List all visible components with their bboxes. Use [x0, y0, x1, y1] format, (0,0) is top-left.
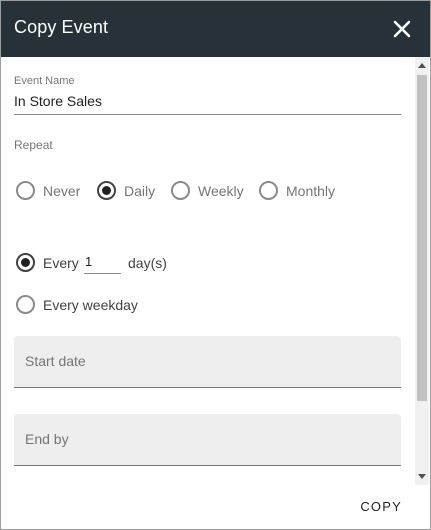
- repeat-weekly-label: Weekly: [198, 183, 244, 199]
- every-n-days-radio[interactable]: [16, 253, 35, 272]
- repeat-daily-label: Daily: [124, 183, 156, 199]
- dialog-header: Copy Event: [1, 1, 430, 57]
- end-by-field[interactable]: End by: [14, 414, 401, 466]
- end-by-placeholder: End by: [25, 431, 69, 447]
- dialog-content: Event Name In Store Sales Repeat Never D…: [1, 57, 415, 485]
- every-weekday-radio[interactable]: [16, 295, 35, 314]
- copy-button[interactable]: COPY: [360, 499, 402, 514]
- repeat-monthly-radio[interactable]: [259, 181, 278, 200]
- content-scrollbar[interactable]: [415, 57, 429, 485]
- event-name-input[interactable]: In Store Sales: [14, 93, 102, 109]
- repeat-monthly-label: Monthly: [286, 183, 336, 199]
- copy-event-dialog: Copy Event Event Name In Store Sales Rep…: [0, 0, 431, 530]
- event-name-underline: [14, 114, 401, 115]
- every-label: Every: [43, 255, 79, 271]
- close-icon[interactable]: [390, 17, 414, 41]
- repeat-weekly-radio[interactable]: [171, 181, 190, 200]
- start-date-field[interactable]: Start date: [14, 336, 401, 388]
- every-days-input[interactable]: 1: [85, 254, 92, 269]
- repeat-daily-radio[interactable]: [97, 181, 116, 200]
- every-days-input-underline: [84, 273, 121, 274]
- every-weekday-label: Every weekday: [43, 297, 138, 313]
- repeat-label: Repeat: [14, 138, 53, 152]
- scroll-thumb[interactable]: [417, 75, 427, 401]
- repeat-never-radio[interactable]: [16, 181, 35, 200]
- event-name-label: Event Name: [14, 75, 75, 87]
- start-date-placeholder: Start date: [25, 353, 86, 369]
- scroll-up-arrow-icon[interactable]: [418, 63, 426, 68]
- scroll-down-arrow-icon[interactable]: [418, 474, 426, 479]
- days-unit-label: day(s): [128, 255, 167, 271]
- dialog-title: Copy Event: [14, 17, 109, 37]
- repeat-never-label: Never: [43, 183, 81, 199]
